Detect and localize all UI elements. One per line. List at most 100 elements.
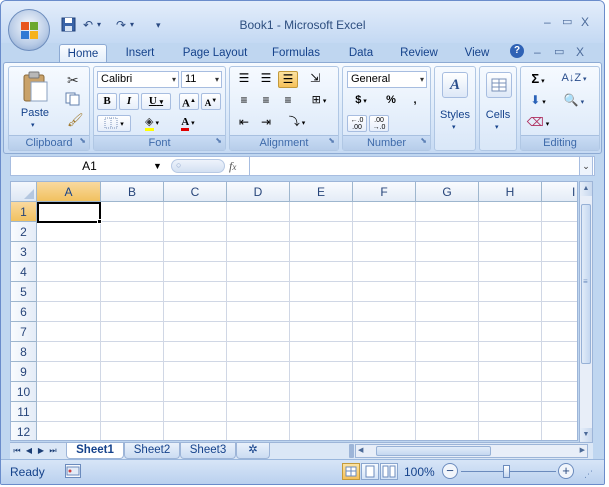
paste-button[interactable]: Paste ▾	[15, 71, 55, 133]
resize-grip-icon[interactable]: ⋰	[584, 469, 593, 480]
column-header-g[interactable]: G	[416, 182, 479, 202]
row-header-2[interactable]: 2	[11, 222, 37, 242]
active-cell[interactable]	[37, 202, 101, 223]
column-header-d[interactable]: D	[227, 182, 290, 202]
clear-icon[interactable]: ⌫ ▾	[525, 115, 551, 132]
underline-button[interactable]: U ▾	[141, 93, 171, 110]
align-bottom-icon[interactable]: ☰	[278, 71, 298, 88]
name-box[interactable]: A1	[11, 157, 168, 175]
autosum-button[interactable]: Σ ▾	[525, 71, 551, 88]
zoom-level[interactable]: 100%	[404, 465, 435, 479]
zoom-slider-knob[interactable]	[503, 465, 510, 478]
dialog-launcher-icon[interactable]: ⬊	[215, 134, 222, 148]
horizontal-scroll-thumb[interactable]	[376, 446, 491, 456]
formula-input[interactable]	[251, 157, 579, 175]
column-header-f[interactable]: F	[353, 182, 416, 202]
row-header-10[interactable]: 10	[11, 382, 37, 402]
align-center-icon[interactable]: ≡	[256, 93, 276, 110]
tab-view[interactable]: View	[458, 44, 496, 64]
worksheet-grid[interactable]: A B C D E F G H I 1 2 3 4 5 6 7 8 9 10 1…	[10, 181, 578, 441]
vertical-scrollbar[interactable]: ▲ ≡ ▼	[579, 181, 593, 443]
dialog-launcher-icon[interactable]: ⬊	[328, 134, 335, 148]
row-header-8[interactable]: 8	[11, 342, 37, 362]
comma-button[interactable]: ,	[405, 93, 425, 110]
macro-record-icon[interactable]	[65, 464, 81, 478]
next-sheet-icon[interactable]: ▶	[36, 443, 46, 459]
fill-handle[interactable]	[97, 219, 102, 224]
increase-decimal-icon[interactable]: ←.0.00	[347, 115, 367, 132]
orientation-icon[interactable]: ⇲	[304, 71, 326, 88]
merge-center-icon[interactable]: ⊞ ▾	[304, 93, 334, 110]
font-size-combo[interactable]: 11 ▾	[181, 71, 222, 88]
insert-sheet-icon[interactable]: ✲	[236, 443, 270, 459]
tab-review[interactable]: Review	[395, 44, 443, 64]
row-header-1[interactable]: 1	[11, 202, 37, 222]
column-header-b[interactable]: B	[101, 182, 164, 202]
ribbon-restore-button[interactable]: ▭	[554, 45, 564, 58]
office-button[interactable]	[8, 9, 50, 51]
dialog-launcher-icon[interactable]: ⬊	[79, 134, 86, 148]
column-header-e[interactable]: E	[290, 182, 353, 202]
scroll-up-icon[interactable]: ▲	[580, 182, 592, 196]
row-header-4[interactable]: 4	[11, 262, 37, 282]
currency-button[interactable]: $ ▾	[347, 93, 375, 110]
row-header-12[interactable]: 12	[11, 422, 37, 440]
page-layout-view-button[interactable]	[361, 463, 379, 480]
font-name-combo[interactable]: Calibri ▾	[97, 71, 179, 88]
grow-font-button[interactable]: A▲	[179, 93, 199, 110]
scroll-down-icon[interactable]: ▼	[580, 428, 592, 442]
column-header-h[interactable]: H	[479, 182, 542, 202]
cut-icon[interactable]: ✂	[67, 72, 79, 89]
zoom-out-button[interactable]: −	[442, 463, 458, 479]
row-header-11[interactable]: 11	[11, 402, 37, 422]
shrink-font-button[interactable]: A▼	[201, 93, 221, 110]
prev-sheet-icon[interactable]: ◀	[24, 443, 34, 459]
close-button[interactable]: X	[581, 15, 589, 29]
zoom-in-button[interactable]: +	[558, 463, 574, 479]
bold-button[interactable]: B	[97, 93, 117, 110]
normal-view-button[interactable]	[342, 463, 360, 480]
maximize-button[interactable]: ▭	[562, 15, 572, 28]
sheet-tab-3[interactable]: Sheet3	[180, 443, 236, 459]
row-header-7[interactable]: 7	[11, 322, 37, 342]
tab-formulas[interactable]: Formulas	[267, 44, 325, 64]
row-header-5[interactable]: 5	[11, 282, 37, 302]
page-break-view-button[interactable]	[380, 463, 398, 480]
select-all-button[interactable]	[11, 182, 37, 202]
dialog-launcher-icon[interactable]: ⬊	[420, 134, 427, 148]
tab-page-layout[interactable]: Page Layout	[179, 44, 251, 64]
find-select-icon[interactable]: 🔍 ▾	[559, 93, 589, 110]
first-sheet-icon[interactable]: ⏮	[12, 443, 22, 459]
fill-icon[interactable]: ⬇ ▾	[525, 93, 551, 110]
increase-indent-icon[interactable]: ⇥	[256, 115, 276, 132]
tab-insert[interactable]: Insert	[117, 44, 163, 64]
decrease-decimal-icon[interactable]: .00 →.0	[369, 115, 389, 132]
fill-color-button[interactable]: ◈ ▾	[136, 115, 168, 132]
column-header-i[interactable]: I	[542, 182, 577, 202]
align-top-icon[interactable]: ☰	[234, 71, 254, 88]
decrease-indent-icon[interactable]: ⇤	[234, 115, 254, 132]
wrap-text-icon[interactable]: ⤵ ▾	[282, 115, 312, 132]
percent-button[interactable]: %	[381, 93, 401, 110]
sheet-tab-2[interactable]: Sheet2	[124, 443, 180, 459]
italic-button[interactable]: I	[119, 93, 139, 110]
cells-group[interactable]: Cells ▾	[479, 66, 517, 151]
row-header-3[interactable]: 3	[11, 242, 37, 262]
row-header-6[interactable]: 6	[11, 302, 37, 322]
chevron-down-icon[interactable]: ▼	[153, 157, 162, 175]
font-color-button[interactable]: A ▾	[172, 115, 204, 132]
align-left-icon[interactable]: ≡	[234, 93, 254, 110]
help-icon[interactable]: ?	[510, 44, 524, 58]
align-right-icon[interactable]: ≡	[278, 93, 298, 110]
last-sheet-icon[interactable]: ⏭	[48, 443, 58, 459]
insert-function-icon[interactable]: fx	[229, 157, 249, 175]
horizontal-scrollbar[interactable]: ◀ ▶	[355, 444, 588, 458]
column-header-a[interactable]: A	[37, 182, 101, 202]
row-header-9[interactable]: 9	[11, 362, 37, 382]
number-format-combo[interactable]: General ▾	[347, 71, 427, 88]
formula-splitter[interactable]: ○	[171, 159, 225, 173]
tab-home[interactable]: Home	[59, 44, 107, 64]
copy-icon[interactable]	[65, 92, 81, 109]
column-header-c[interactable]: C	[164, 182, 227, 202]
sort-filter-icon[interactable]: A↓Z ▾	[559, 71, 589, 88]
